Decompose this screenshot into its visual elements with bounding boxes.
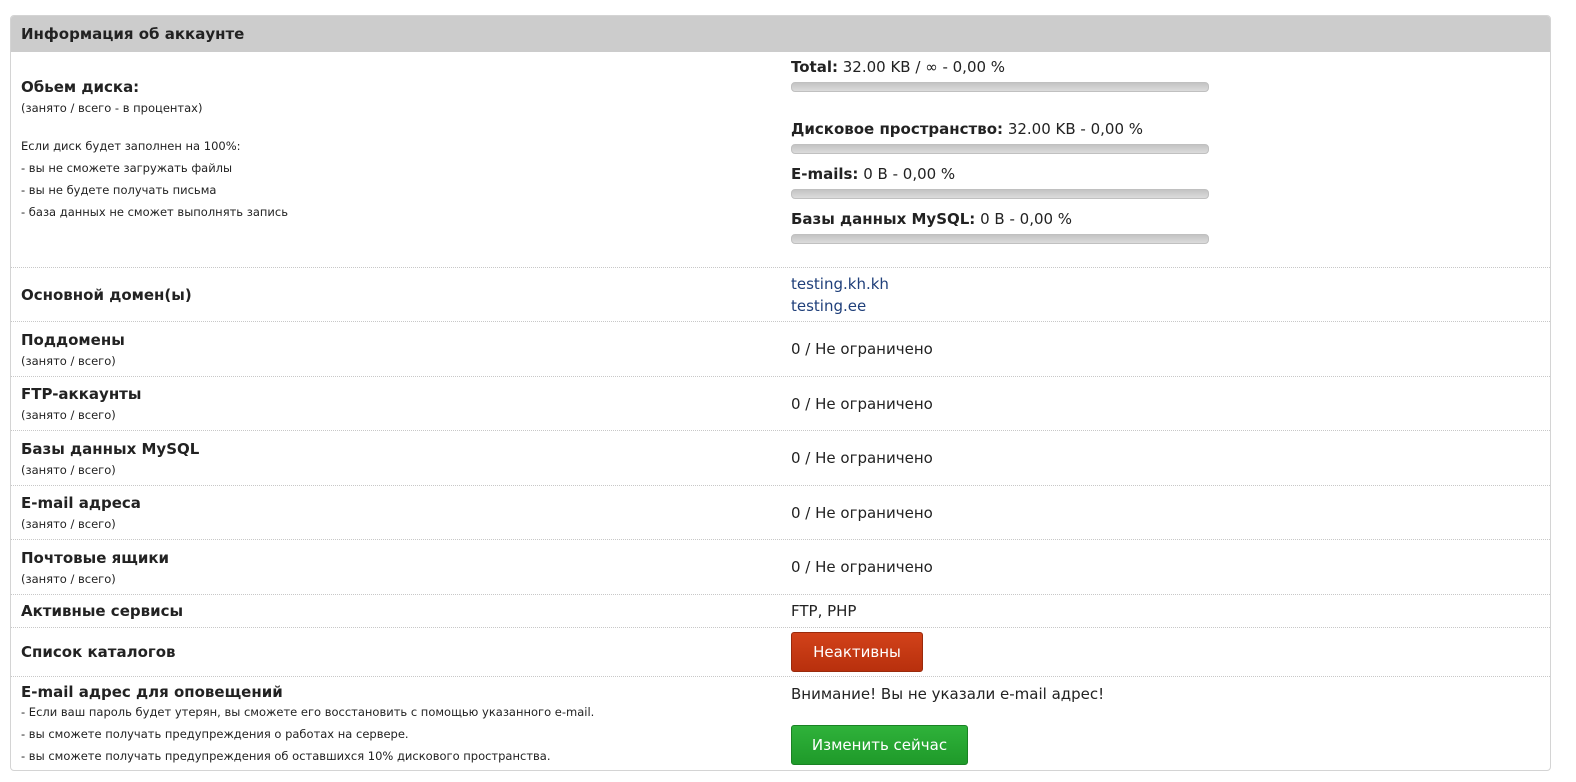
usage-progress-bar bbox=[791, 189, 1209, 199]
subdomains-row: Поддомены (занято / всего) 0 / Не ограни… bbox=[11, 322, 1550, 377]
usage-total: Total: 32.00 KB / ∞ - 0,00 % bbox=[791, 58, 1550, 76]
disk-label: Обьем диска: bbox=[21, 78, 140, 96]
limit-hint: (занято / всего) bbox=[21, 408, 116, 422]
usage-disk-space: Дисковое пространство: 32.00 KB - 0,00 % bbox=[791, 120, 1550, 138]
disk-hint: (занято / всего - в процентах) bbox=[21, 101, 203, 115]
mysql-databases-row: Базы данных MySQL (занято / всего) 0 / Н… bbox=[11, 431, 1550, 486]
usage-mysql: Базы данных MySQL: 0 B - 0,00 % bbox=[791, 210, 1550, 228]
limit-hint: (занято / всего) bbox=[21, 571, 116, 586]
usage-name: E-mails: bbox=[791, 165, 859, 183]
limit-hint: (занято / всего) bbox=[21, 517, 116, 531]
catalogs-inactive-button[interactable]: Неактивны bbox=[791, 632, 923, 672]
domain-link[interactable]: testing.ee bbox=[791, 295, 1550, 317]
account-info-panel: Информация об аккаунте Обьем диска: (зан… bbox=[10, 15, 1551, 771]
services-label: Активные сервисы bbox=[21, 602, 184, 620]
limit-value: 0 / Не ограничено bbox=[791, 503, 933, 522]
limit-label: E-mail адреса bbox=[21, 494, 141, 512]
panel-title: Информация об аккаунте bbox=[11, 16, 1550, 52]
disk-note: - вы не сможете загружать файлы bbox=[21, 161, 233, 175]
usage-value: 0 B - 0,00 % bbox=[980, 210, 1073, 228]
change-now-button[interactable]: Изменить сейчас bbox=[791, 725, 968, 765]
disk-note: - база данных не сможет выполнять запись bbox=[21, 205, 288, 219]
limit-value: 0 / Не ограничено bbox=[791, 340, 933, 358]
mailboxes-row: Почтовые ящики (занято / всего) 0 / Не о… bbox=[11, 540, 1550, 595]
usage-progress-bar bbox=[791, 234, 1209, 244]
usage-value: 0 B - 0,00 % bbox=[863, 165, 956, 183]
limit-value: 0 / Не ограничено bbox=[791, 394, 933, 413]
limit-value: 0 / Не ограничено bbox=[791, 449, 933, 467]
notify-warning: Внимание! Вы не указали e-mail адрес! bbox=[791, 685, 1105, 703]
disk-usage: Total: 32.00 KB / ∞ - 0,00 % Дисковое пр… bbox=[781, 52, 1550, 267]
domains-list: testing.kh.kh testing.ee bbox=[781, 268, 1550, 321]
ftp-accounts-row: FTP-аккаунты (занято / всего) 0 / Не огр… bbox=[11, 377, 1550, 431]
disk-row: Обьем диска: (занято / всего - в процент… bbox=[11, 52, 1550, 268]
limit-label: Базы данных MySQL bbox=[21, 439, 200, 458]
limit-hint: (занято / всего) bbox=[21, 462, 116, 477]
disk-info: Обьем диска: (занято / всего - в процент… bbox=[11, 52, 781, 267]
catalogs-label: Список каталогов bbox=[21, 643, 176, 661]
usage-progress-bar bbox=[791, 144, 1209, 154]
disk-note: - вы не будете получать письма bbox=[21, 183, 217, 197]
notify-note: - Если ваш пароль будет утерян, вы сможе… bbox=[21, 705, 595, 719]
domains-label: Основной домен(ы) bbox=[21, 285, 192, 304]
disk-note: Если диск будет заполнен на 100%: bbox=[21, 139, 241, 153]
usage-name: Total: bbox=[791, 58, 838, 76]
limit-value: 0 / Не ограничено bbox=[791, 558, 933, 576]
services-value: FTP, PHP bbox=[791, 602, 857, 620]
limit-label: Поддомены bbox=[21, 330, 125, 349]
domains-info: Основной домен(ы) bbox=[11, 268, 781, 321]
usage-emails: E-mails: 0 B - 0,00 % bbox=[791, 165, 1550, 183]
usage-progress-bar bbox=[791, 82, 1209, 92]
usage-name: Базы данных MySQL: bbox=[791, 210, 976, 228]
usage-name: Дисковое пространство: bbox=[791, 120, 1004, 138]
services-row: Активные сервисы FTP, PHP bbox=[11, 595, 1550, 628]
usage-value: 32.00 KB - 0,00 % bbox=[1007, 120, 1144, 138]
notify-note: - вы сможете получать предупреждения о р… bbox=[21, 727, 409, 741]
limit-label: Почтовые ящики bbox=[21, 548, 170, 567]
notify-label: E-mail адрес для оповещений bbox=[21, 683, 283, 701]
limit-label: FTP-аккаунты bbox=[21, 385, 142, 403]
usage-value: 32.00 KB / ∞ - 0,00 % bbox=[842, 58, 1006, 76]
domain-link[interactable]: testing.kh.kh bbox=[791, 273, 1550, 295]
notify-note: - вы сможете получать предупреждения об … bbox=[21, 749, 551, 763]
catalogs-row: Список каталогов Неактивны bbox=[11, 628, 1550, 677]
notify-email-row: E-mail адрес для оповещений - Если ваш п… bbox=[11, 677, 1550, 770]
domains-row: Основной домен(ы) testing.kh.kh testing.… bbox=[11, 268, 1550, 322]
limit-hint: (занято / всего) bbox=[21, 353, 116, 368]
email-addresses-row: E-mail адреса (занято / всего) 0 / Не ог… bbox=[11, 486, 1550, 540]
